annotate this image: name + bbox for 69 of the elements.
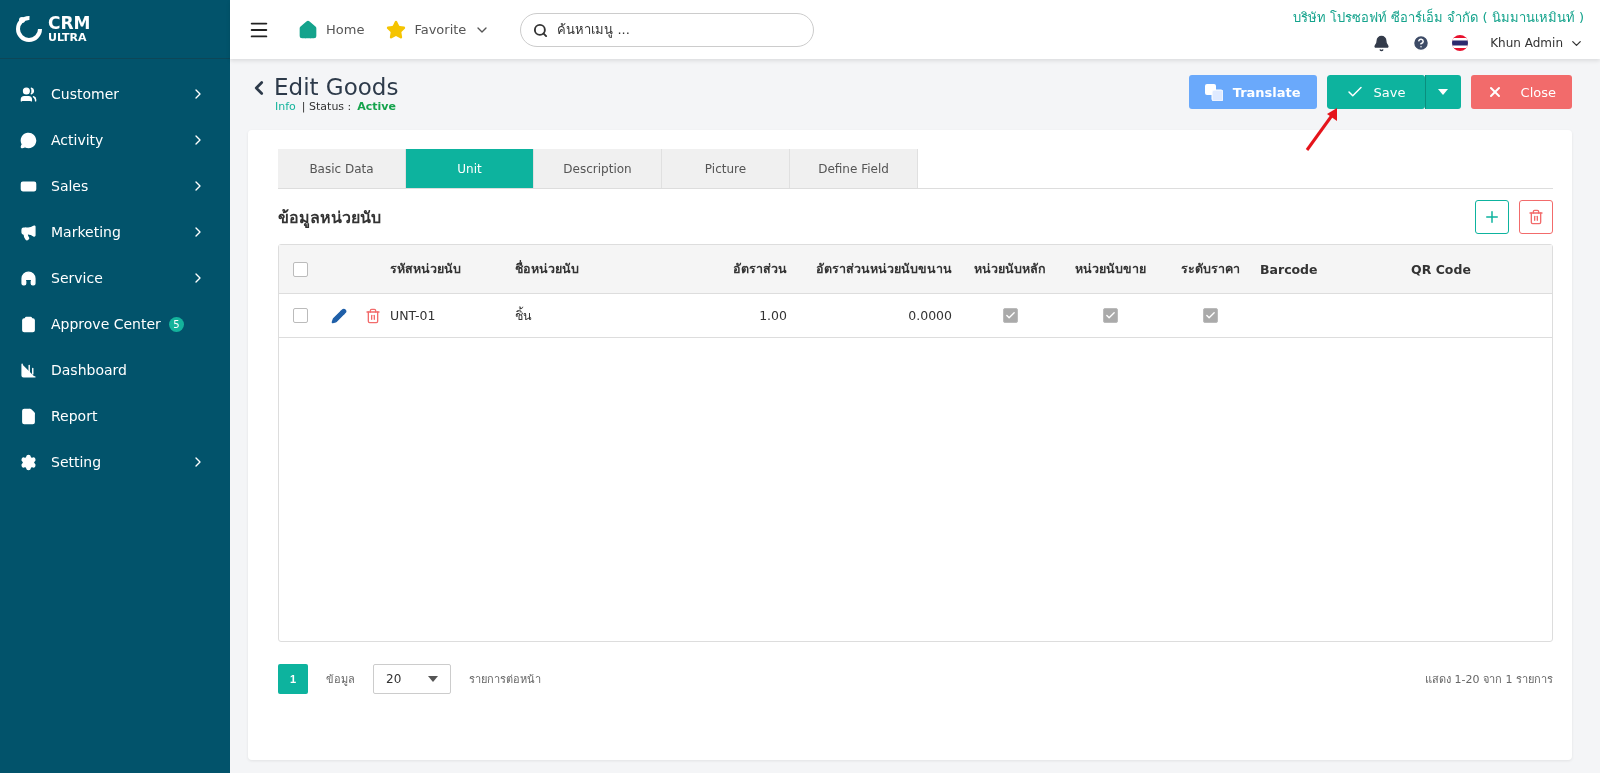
bell-icon[interactable] — [1373, 34, 1391, 52]
column-header: ชื่อหน่วยนับ — [515, 259, 580, 278]
favorite-menu[interactable]: Favorite — [386, 19, 491, 40]
sidebar-item[interactable]: Setting — [0, 439, 230, 485]
flag-icon[interactable] — [1452, 35, 1469, 51]
status-value: Active — [357, 100, 396, 114]
column-header: Barcode — [1260, 261, 1319, 277]
table-cell-text: 1.00 — [758, 308, 788, 323]
check-icon — [1204, 310, 1216, 321]
checkbox[interactable] — [293, 308, 308, 323]
home-link[interactable]: Home — [298, 19, 365, 40]
column-header: รหัสหน่วยนับ — [390, 260, 462, 278]
column-header: ระดับราคา — [1179, 260, 1241, 278]
translate-icon — [1204, 83, 1223, 101]
setting-icon — [20, 453, 37, 471]
dropdown-button[interactable] — [1424, 75, 1461, 109]
edit-icon[interactable] — [330, 307, 347, 324]
add-button[interactable] — [1475, 200, 1509, 234]
table-cell-text: UNT-01 — [390, 308, 437, 323]
page-size-label: ข้อมูล — [326, 672, 355, 688]
column-header: อัตราส่วนหน่วยนับขนาน — [815, 260, 953, 278]
sidebar-item[interactable]: Dashboard — [0, 347, 230, 393]
page-title: Edit Goods — [274, 75, 399, 101]
sidebar-item[interactable]: Marketing — [0, 209, 230, 255]
sidebar-item[interactable]: Service — [0, 255, 230, 301]
caret-icon — [1438, 89, 1449, 95]
table-cell-text: 0.0000 — [907, 308, 953, 323]
home-icon — [298, 19, 318, 40]
check-icon — [1004, 310, 1016, 321]
sidebar-item[interactable]: Activity — [0, 117, 230, 163]
sidebar-item[interactable]: Report — [0, 393, 230, 439]
section-title: ข้อมูลหน่วยนับ — [278, 206, 381, 230]
page-size-select[interactable]: 20 — [373, 664, 451, 694]
check-icon — [1104, 310, 1116, 321]
info-label: Info — [275, 100, 296, 114]
trash-icon — [1528, 209, 1544, 225]
sidebar-item[interactable]: Customer — [0, 71, 230, 117]
plus-icon — [1483, 208, 1501, 226]
page-summary: แสดง 1-20 จาก 1 รายการ — [1425, 672, 1553, 688]
tab[interactable]: Define Field — [790, 149, 918, 188]
status-label: | Status : — [301, 100, 352, 114]
count-badge: 5 — [169, 316, 184, 332]
checkbox[interactable] — [1102, 308, 1118, 323]
help-icon[interactable] — [1412, 34, 1431, 52]
checkbox[interactable] — [293, 261, 308, 277]
search-field[interactable]: ค้นหาเมนู ... — [520, 12, 815, 47]
tab[interactable]: Basic Data — [278, 149, 406, 188]
search-icon — [533, 22, 549, 38]
trash-icon[interactable] — [364, 307, 381, 324]
checkbox[interactable] — [1002, 308, 1018, 323]
star-icon — [386, 19, 407, 40]
column-header: QR Code — [1410, 261, 1472, 277]
table-cell-text: ชิ้น — [515, 305, 533, 325]
delete-button[interactable] — [1519, 200, 1553, 234]
checkbox[interactable] — [1202, 308, 1218, 323]
sidebar-item[interactable]: Sales — [0, 163, 230, 209]
user-menu[interactable]: Khun Admin — [1490, 35, 1584, 51]
logo-icon — [14, 14, 44, 44]
company-name: บริษัท โปรซอฟท์ ซีอาร์เอ็ม จำกัด ( นิมมานเหมินท์ ) — [1293, 7, 1584, 27]
sidebar-item[interactable]: Approve Center 5 — [0, 301, 230, 347]
caret-icon — [428, 676, 438, 682]
column-header: อัตราส่วน — [732, 260, 788, 278]
column-header: หน่วยนับหลัก — [973, 260, 1047, 278]
tab[interactable]: Picture — [662, 149, 790, 188]
logo-text: CRM — [48, 15, 91, 32]
tab[interactable]: Description — [534, 149, 662, 188]
logo-text: ULTRA — [48, 32, 88, 43]
per-page-label: รายการต่อหน้า — [469, 672, 541, 688]
column-header: หน่วยนับขาย — [1073, 260, 1147, 278]
